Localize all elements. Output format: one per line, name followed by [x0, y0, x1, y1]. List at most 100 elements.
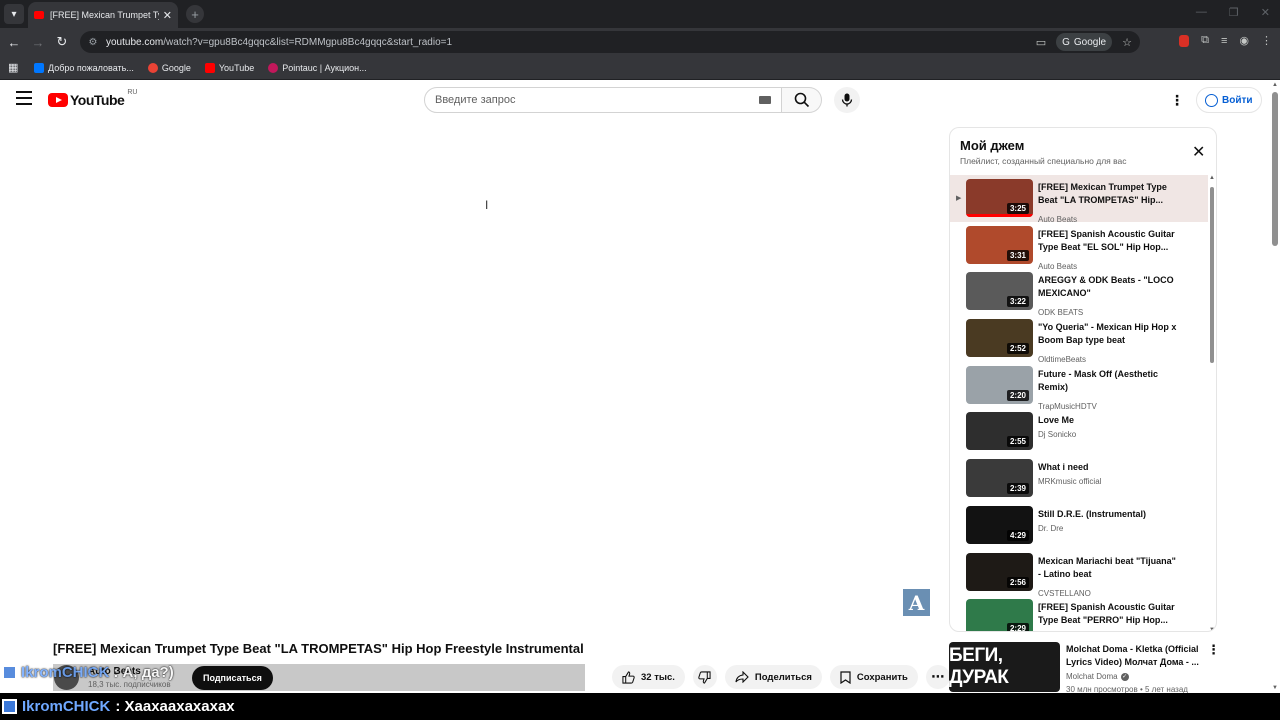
- like-button[interactable]: 32 тыс.: [612, 665, 685, 689]
- page-scrollbar[interactable]: ▲ ▼: [1270, 80, 1280, 693]
- youtube-header: YouTube RU Введите запрос ⋮ Войти: [0, 80, 1270, 120]
- video-thumbnail[interactable]: 4:29: [966, 505, 1033, 544]
- duration-badge: 2:20: [1006, 389, 1029, 401]
- browser-menu-icon[interactable]: ⋮: [1261, 34, 1272, 47]
- recommended-channel[interactable]: Molchat Doma ✓: [1066, 672, 1129, 681]
- video-thumbnail[interactable]: 3:31: [966, 225, 1033, 264]
- youtube-favicon-icon: [34, 11, 44, 19]
- playlist-item[interactable]: 3:22 AREGGY & ODK Beats - "LOCO MEXICANO"…: [950, 268, 1208, 317]
- playlist-item-title[interactable]: Love Me: [1038, 414, 1178, 427]
- browser-toolbar: ← → ↻ ⚙ youtube.com/watch?v=gpu8Bc4gqqc&…: [0, 28, 1280, 56]
- forward-icon[interactable]: →: [30, 34, 46, 50]
- search-input[interactable]: Введите запрос: [424, 87, 782, 113]
- chat-badge-icon: [2, 665, 17, 680]
- playlist-title[interactable]: Мой джем: [960, 138, 1024, 153]
- playlist-item[interactable]: 2:55 Love Me Dj Sonicko: [950, 408, 1208, 455]
- share-button[interactable]: Поделиться: [724, 665, 822, 689]
- playlist-items: ▶ 3:25 [FREE] Mexican Trumpet Type Beat "L…: [950, 175, 1208, 631]
- video-thumbnail[interactable]: 3:22: [966, 272, 1033, 311]
- bookmarks-bar: ▦ Добро пожаловать... Google YouTube Poi…: [0, 56, 1280, 80]
- back-icon[interactable]: ←: [6, 34, 22, 50]
- video-thumbnail[interactable]: 2:56: [966, 552, 1033, 591]
- recommended-menu-icon[interactable]: ⋮: [1207, 642, 1220, 658]
- duration-badge: 2:52: [1006, 343, 1029, 355]
- save-button[interactable]: Сохранить: [829, 665, 918, 689]
- settings-kebab-icon[interactable]: ⋮: [1170, 92, 1184, 109]
- bookmark-youtube[interactable]: YouTube: [204, 62, 254, 73]
- playlist-item-title[interactable]: [FREE] Spanish Acoustic Guitar Type Beat…: [1038, 601, 1178, 627]
- dislike-button[interactable]: [692, 665, 717, 689]
- youtube-logo[interactable]: YouTube RU: [48, 89, 137, 108]
- address-url[interactable]: youtube.com/watch?v=gpu8Bc4gqqc&list=RDM…: [106, 37, 452, 48]
- close-window-icon[interactable]: ✕: [1261, 6, 1270, 19]
- extensions-puzzle-icon[interactable]: ⧉: [1201, 34, 1209, 47]
- google-g-icon: G: [1062, 36, 1070, 48]
- site-info-icon[interactable]: ⚙: [86, 35, 100, 49]
- bookmark-google[interactable]: Google: [147, 62, 191, 73]
- playlist-item[interactable]: ▶ 3:25 [FREE] Mexican Trumpet Type Beat "L…: [950, 175, 1208, 224]
- playlist-item-title[interactable]: [FREE] Spanish Acoustic Guitar Type Beat…: [1038, 228, 1178, 254]
- keyboard-icon[interactable]: [759, 96, 771, 104]
- google-icon: [147, 62, 158, 73]
- profile-icon[interactable]: ◉: [1239, 34, 1249, 47]
- playlist-item[interactable]: 2:39 What i need MRKmusic official: [950, 455, 1208, 502]
- extensions-area: ⧉ ≡ ◉ ⋮: [1179, 34, 1272, 47]
- bookmark-star-icon[interactable]: ☆: [1122, 36, 1132, 49]
- video-title: [FREE] Mexican Trumpet Type Beat "LA TRO…: [53, 641, 584, 656]
- playlist-item-title[interactable]: Mexican Mariachi beat "Tijuana" - Latino…: [1038, 555, 1178, 581]
- google-lens-chip[interactable]: G Google: [1056, 33, 1113, 51]
- vk-icon: [34, 62, 44, 73]
- recommended-video[interactable]: БЕГИ, ДУРАК Molchat Doma - Kletka (Offic…: [949, 642, 1220, 694]
- cast-icon[interactable]: ▭: [1036, 36, 1046, 49]
- video-thumbnail[interactable]: 2:39: [966, 459, 1033, 498]
- playlist-item-title[interactable]: Still D.R.E. (Instrumental): [1038, 508, 1178, 521]
- playlist-item[interactable]: 2:52 "Yo Queria" - Mexican Hip Hop x Boom…: [950, 315, 1208, 364]
- video-thumbnail[interactable]: 2:20: [966, 365, 1033, 404]
- browser-tab-active[interactable]: [FREE] Mexican Trumpet Type B ✕: [28, 2, 178, 28]
- playlist-item[interactable]: 2:29 [FREE] Spanish Acoustic Guitar Type …: [950, 595, 1208, 631]
- video-thumbnail[interactable]: 2:29: [966, 599, 1033, 631]
- media-controls-icon[interactable]: ≡: [1221, 35, 1227, 47]
- tab-close-icon[interactable]: ✕: [163, 9, 172, 22]
- recommended-thumbnail[interactable]: БЕГИ, ДУРАК: [949, 642, 1060, 692]
- playlist-item[interactable]: 2:56 Mexican Mariachi beat "Tijuana" - La…: [950, 549, 1208, 598]
- scroll-down-icon[interactable]: ▼: [1209, 627, 1215, 631]
- playlist-scrollbar[interactable]: ▲ ▼: [1208, 175, 1216, 631]
- hamburger-icon[interactable]: [16, 91, 32, 105]
- playlist-item[interactable]: 3:31 [FREE] Spanish Acoustic Guitar Type …: [950, 222, 1208, 271]
- new-tab-button[interactable]: +: [186, 5, 204, 23]
- page-scroll-up-icon[interactable]: ▲: [1272, 82, 1278, 88]
- scroll-thumb[interactable]: [1210, 187, 1214, 363]
- playlist-item-title[interactable]: AREGGY & ODK Beats - "LOCO MEXICANO": [1038, 274, 1178, 300]
- playlist-item-title[interactable]: [FREE] Mexican Trumpet Type Beat "LA TRO…: [1038, 181, 1178, 207]
- bookmark-pointauc[interactable]: Pointauc | Аукцион...: [268, 62, 367, 73]
- video-thumbnail[interactable]: 2:52: [966, 319, 1033, 358]
- playlist-item-title[interactable]: What i need: [1038, 461, 1178, 474]
- playlist-item[interactable]: 4:29 Still D.R.E. (Instrumental) Dr. Dre: [950, 502, 1208, 549]
- playlist-item-title[interactable]: Future - Mask Off (Aesthetic Remix): [1038, 368, 1178, 394]
- minimize-icon[interactable]: —: [1196, 6, 1207, 19]
- page-scroll-thumb[interactable]: [1272, 92, 1278, 246]
- voice-search-button[interactable]: [834, 87, 860, 113]
- apps-grid-icon[interactable]: ▦: [8, 61, 20, 74]
- video-thumbnail[interactable]: 2:55: [966, 412, 1033, 451]
- bookmark-vk[interactable]: Добро пожаловать...: [34, 62, 134, 73]
- close-icon[interactable]: ✕: [1192, 142, 1205, 162]
- extension-red-icon[interactable]: [1179, 34, 1190, 47]
- subscribe-button[interactable]: Подписаться: [192, 666, 273, 690]
- search-button[interactable]: [782, 87, 822, 113]
- playlist-item-title[interactable]: "Yo Queria" - Mexican Hip Hop x Boom Bap…: [1038, 321, 1178, 347]
- search-icon: [794, 92, 809, 108]
- page-scroll-down-icon[interactable]: ▼: [1272, 685, 1278, 691]
- signin-button[interactable]: Войти: [1196, 87, 1262, 113]
- scroll-up-icon[interactable]: ▲: [1209, 175, 1215, 181]
- more-actions-button[interactable]: ⋯: [925, 665, 950, 689]
- video-thumbnail[interactable]: 3:25: [966, 179, 1033, 217]
- recommended-title[interactable]: Molchat Doma - Kletka (Official Lyrics V…: [1066, 643, 1200, 669]
- playlist-item[interactable]: 2:20 Future - Mask Off (Aesthetic Remix) T…: [950, 362, 1208, 411]
- share-icon: [735, 671, 749, 683]
- maximize-icon[interactable]: ❐: [1229, 6, 1239, 19]
- tab-search-icon[interactable]: ▾: [4, 4, 24, 24]
- reload-icon[interactable]: ↻: [54, 34, 70, 50]
- address-bar[interactable]: ⚙ youtube.com/watch?v=gpu8Bc4gqqc&list=R…: [80, 31, 1140, 53]
